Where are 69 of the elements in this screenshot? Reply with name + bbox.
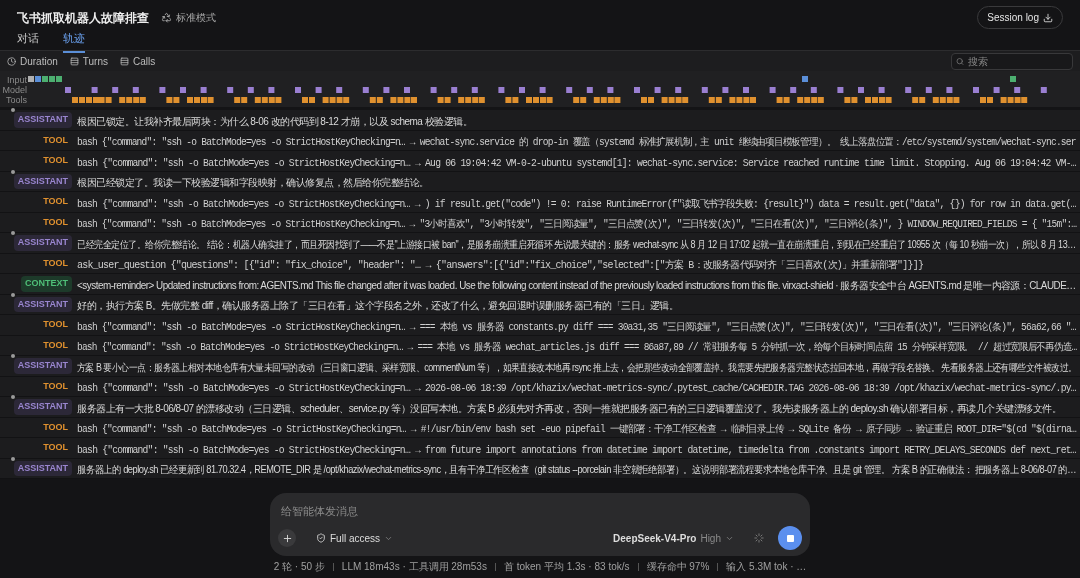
stop-button[interactable] <box>778 526 802 550</box>
tool-call-text: bash {"command": "ssh -o BatchMode=yes -o StrictHostKeyChecking=n… → "3小时喜欢", "3小时转发", "三日阅读量", "三日点赞(次)", "三日转发(次)", "三日在看(次)", "三日评论(条)", } WINDOW_REQUIRED_FIELDS = { "15m":… <box>77 217 1077 233</box>
tool-call-text: bash {"command": "ssh -o BatchMode=yes -o StrictHostKeyChecking=n… → Aug 06 19:04:42 VM-0-2-ubuntu systemd[1]: wechat-sync.service: Service reached runtime time limit. Stopping. Aug 06 19:04:42 VM-… <box>77 156 1076 171</box>
message-field[interactable]: 给智能体发消息 Full access DeepSeek-V4-Pro High <box>270 493 810 556</box>
stat-text: 2 轮 · 50 步 <box>273 560 325 574</box>
role-label: TOOL <box>42 133 69 147</box>
message-text: 服务器上的 deploy.sh 已经更新到 81.70.32.4，REMOTE_DIR 是 /opt/khazix/wechat-metrics-sync，且有干净工作区检查（git status --porcelain 非空就拒绝部署）。这说明部署流程要求本地仓库干净、且是 git 管理。 方案 B 的正确做法： 把服务器上 8-06/8-07 的… <box>77 463 1077 478</box>
role-label: TOOL <box>42 195 69 208</box>
effort-label: High <box>700 531 721 546</box>
role-badge: ASSISTANT <box>13 358 72 374</box>
role-label: TOOL <box>42 215 69 229</box>
filter-button[interactable]: Calls <box>120 53 156 69</box>
mode-label: 标准模式 <box>161 10 216 25</box>
role-label: TOOL <box>42 379 69 393</box>
role-label: TOOL <box>42 420 69 434</box>
role-badge: ASSISTANT <box>13 460 72 476</box>
role-badge: ASSISTANT <box>13 235 72 251</box>
search-input[interactable]: 搜索 <box>968 53 1068 69</box>
tool-call-text: bash {"command": "ssh -o BatchMode=yes -o StrictHostKeyChecking=n… → 2026-08-06 18:39 /opt/khazix/wechat-metrics-sync/.pytest_cache/CACHEDIR.TAG 2026-08-06 18:39 /opt/khazix/wechat-metrics-sync/.py… <box>77 382 1076 397</box>
stat-text: 缓存命中 97% <box>646 560 710 574</box>
shield-icon <box>316 533 326 543</box>
role-label: TOOL <box>42 338 69 352</box>
role-badge: ASSISTANT <box>13 112 72 128</box>
clock-icon <box>7 56 16 66</box>
role-label: TOOL <box>42 256 69 270</box>
tool-call-text: bash {"command": "ssh -o BatchMode=yes -o StrictHostKeyChecking=n… → === 本地 vs 服务器 constants.py diff === 30a31,35 "三日阅读量", "三日点赞(次)", "三日转发(次)", "三日在看(次)", "三日评论(条)", 56a62,66 "… <box>77 320 1076 335</box>
role-label: TOOL <box>42 154 69 167</box>
stop-icon <box>786 534 794 542</box>
search-icon <box>956 56 964 66</box>
tool-call-text: ask_user_question {"questions": [{"id": "fix_choice", "header": "… → {"answers":[{"id":"fix_choice","selected":["方案 B：改服务器代码对齐「三日喜欢(次)」并重新部署"]}]} <box>77 258 924 274</box>
rows-icon <box>120 56 129 66</box>
filter-button[interactable]: Turns <box>69 53 108 69</box>
message-text: 根因已经锁定了。我读一下校验逻辑和字段映射，确认修复点，然后给你完整结论。 <box>77 176 429 191</box>
role-badge: CONTEXT <box>21 276 72 292</box>
stat-text: 首 token 平均 1.3s · 83 tok/s <box>503 560 630 574</box>
plus-icon <box>281 532 293 544</box>
search-field[interactable]: 搜索 <box>951 52 1073 70</box>
message-input[interactable]: 给智能体发消息 <box>281 503 802 520</box>
stat-text: 输入 5.3M tok · … <box>726 560 807 574</box>
tool-call-text: bash {"command": "ssh -o BatchMode=yes -o StrictHostKeyChecking=n… → === 本地 vs 服务器 wechat_articles.js diff === 86a87,89 // 常驻服务每 5 分钟抓一次，给每个目标时间点留 15 分钟采样宽限。 // 超过宽限后不再伪造… <box>77 340 1077 356</box>
tool-call-text: bash {"command": "ssh -o BatchMode=yes -o StrictHostKeyChecking=n… → #!/usr/bin/env bash set -euo pipefail 一键部署：干净工作区检查 → 临时目录上传 → SQLite 备份 → 原子同步 → 验证重启 ROOT_DIR="$(cd "$(dirna… <box>77 422 1076 438</box>
message-text: 根因已锁定。让我补齐最后两块：为什么 8-06 改的代码到 8-12 才崩，以及 schema 校验逻辑。 <box>77 114 473 129</box>
message-text: <system-reminder> Updated instructions from: AGENTS.md This file changed after it was loaded. Use the following content instead of the previously loaded instructions from this file. virxact-shield · 服务器安全中台 AGENTS.md 是唯一内容源：CLAUDE… <box>77 278 1076 293</box>
message-text: 已经完全定位了。给你完整结论。 结论：机器人确实挂了，而且死因找到了——不是"上游接口被 ban"，是服务崩溃重启死循环 先说最关键的：服务 wechat-sync 从 8 月 12 日 17:02 起就一直在崩溃重启，到现在已经重启了 10955 次（每 10 秒崩一次），所以 8 月 13… <box>77 237 1076 252</box>
lane-label: Tools <box>6 95 27 105</box>
tool-call-text: bash {"command": "ssh -o BatchMode=yes -o StrictHostKeyChecking=n… → ) if result.get("code") != 0: raise RuntimeError(f"读取飞书字段失败: {result}") data = result.get("data", {}) for row in data.get(… <box>77 197 1076 212</box>
role-badge: ASSISTANT <box>13 399 72 415</box>
message-text: 好的，执行方案 B。先做完整 diff，确认服务器上除了「三日在看」这个字段名之外，还改了什么，避免回退时误删服务器已有的「三日」逻辑。 <box>77 299 679 314</box>
role-label: TOOL <box>42 441 69 454</box>
tool-call-text: bash {"command": "ssh -o BatchMode=yes -o StrictHostKeyChecking=n… → wechat-sync.service 的 drop-in 覆盖（systemd 标准扩展机制，主 unit 继续由项目模板管理）。 线上落盘位置：/etc/systemd/system/wechat-sync.ser <box>77 135 1076 151</box>
recycle-icon <box>161 12 172 23</box>
role-badge: ASSISTANT <box>13 296 72 312</box>
add-button[interactable] <box>278 529 296 547</box>
message-text: 服务器上有一大批 8-06/8-07 的漂移改动（三日逻辑、scheduler、service.py 等）没回写本地。方案 B 必须先对齐再改，否则一推就把服务器已有的三日逻辑覆盖没了。我先读服务器上的 deploy.sh 确认部署目标，再读几个关键漂移文件。 <box>77 401 1062 416</box>
role-label: TOOL <box>42 318 69 331</box>
lane-label: Input <box>6 75 27 85</box>
message-text: 方案 B 要小心一点：服务器上相对本地仓库有大量未回写的改动（三日窗口逻辑、采样宽限、commentNum 等），如果直接改本地再 rsync 推上去，会把那些改动全部覆盖掉。我需要先把服务器完整状态拉回本地，再做字段名替换。 先看服务器上还有哪些文件被改过。 <box>77 360 1077 375</box>
filter-button[interactable]: Duration <box>7 53 58 69</box>
model-dropdown[interactable]: DeepSeek-V4-Pro High <box>613 530 734 546</box>
access-dropdown[interactable]: Full access <box>316 530 393 546</box>
page-title: 飞书抓取机器人故障排查 <box>17 9 149 27</box>
tool-call-text: bash {"command": "ssh -o BatchMode=yes -o StrictHostKeyChecking=n… → from future import annotations from datetime import datetime, timedelta from .constants import RETRY_DELAYS_SECONDS def next_ret… <box>77 443 1076 458</box>
stat-text: LLM 18m43s · 工具调用 28m53s <box>341 560 487 574</box>
role-badge: ASSISTANT <box>13 173 72 189</box>
spinner-icon <box>754 533 764 543</box>
rows-icon <box>69 56 79 66</box>
lane-label: Model <box>2 85 27 95</box>
tab[interactable]: 对话 <box>17 29 39 53</box>
download-icon <box>1043 12 1053 23</box>
